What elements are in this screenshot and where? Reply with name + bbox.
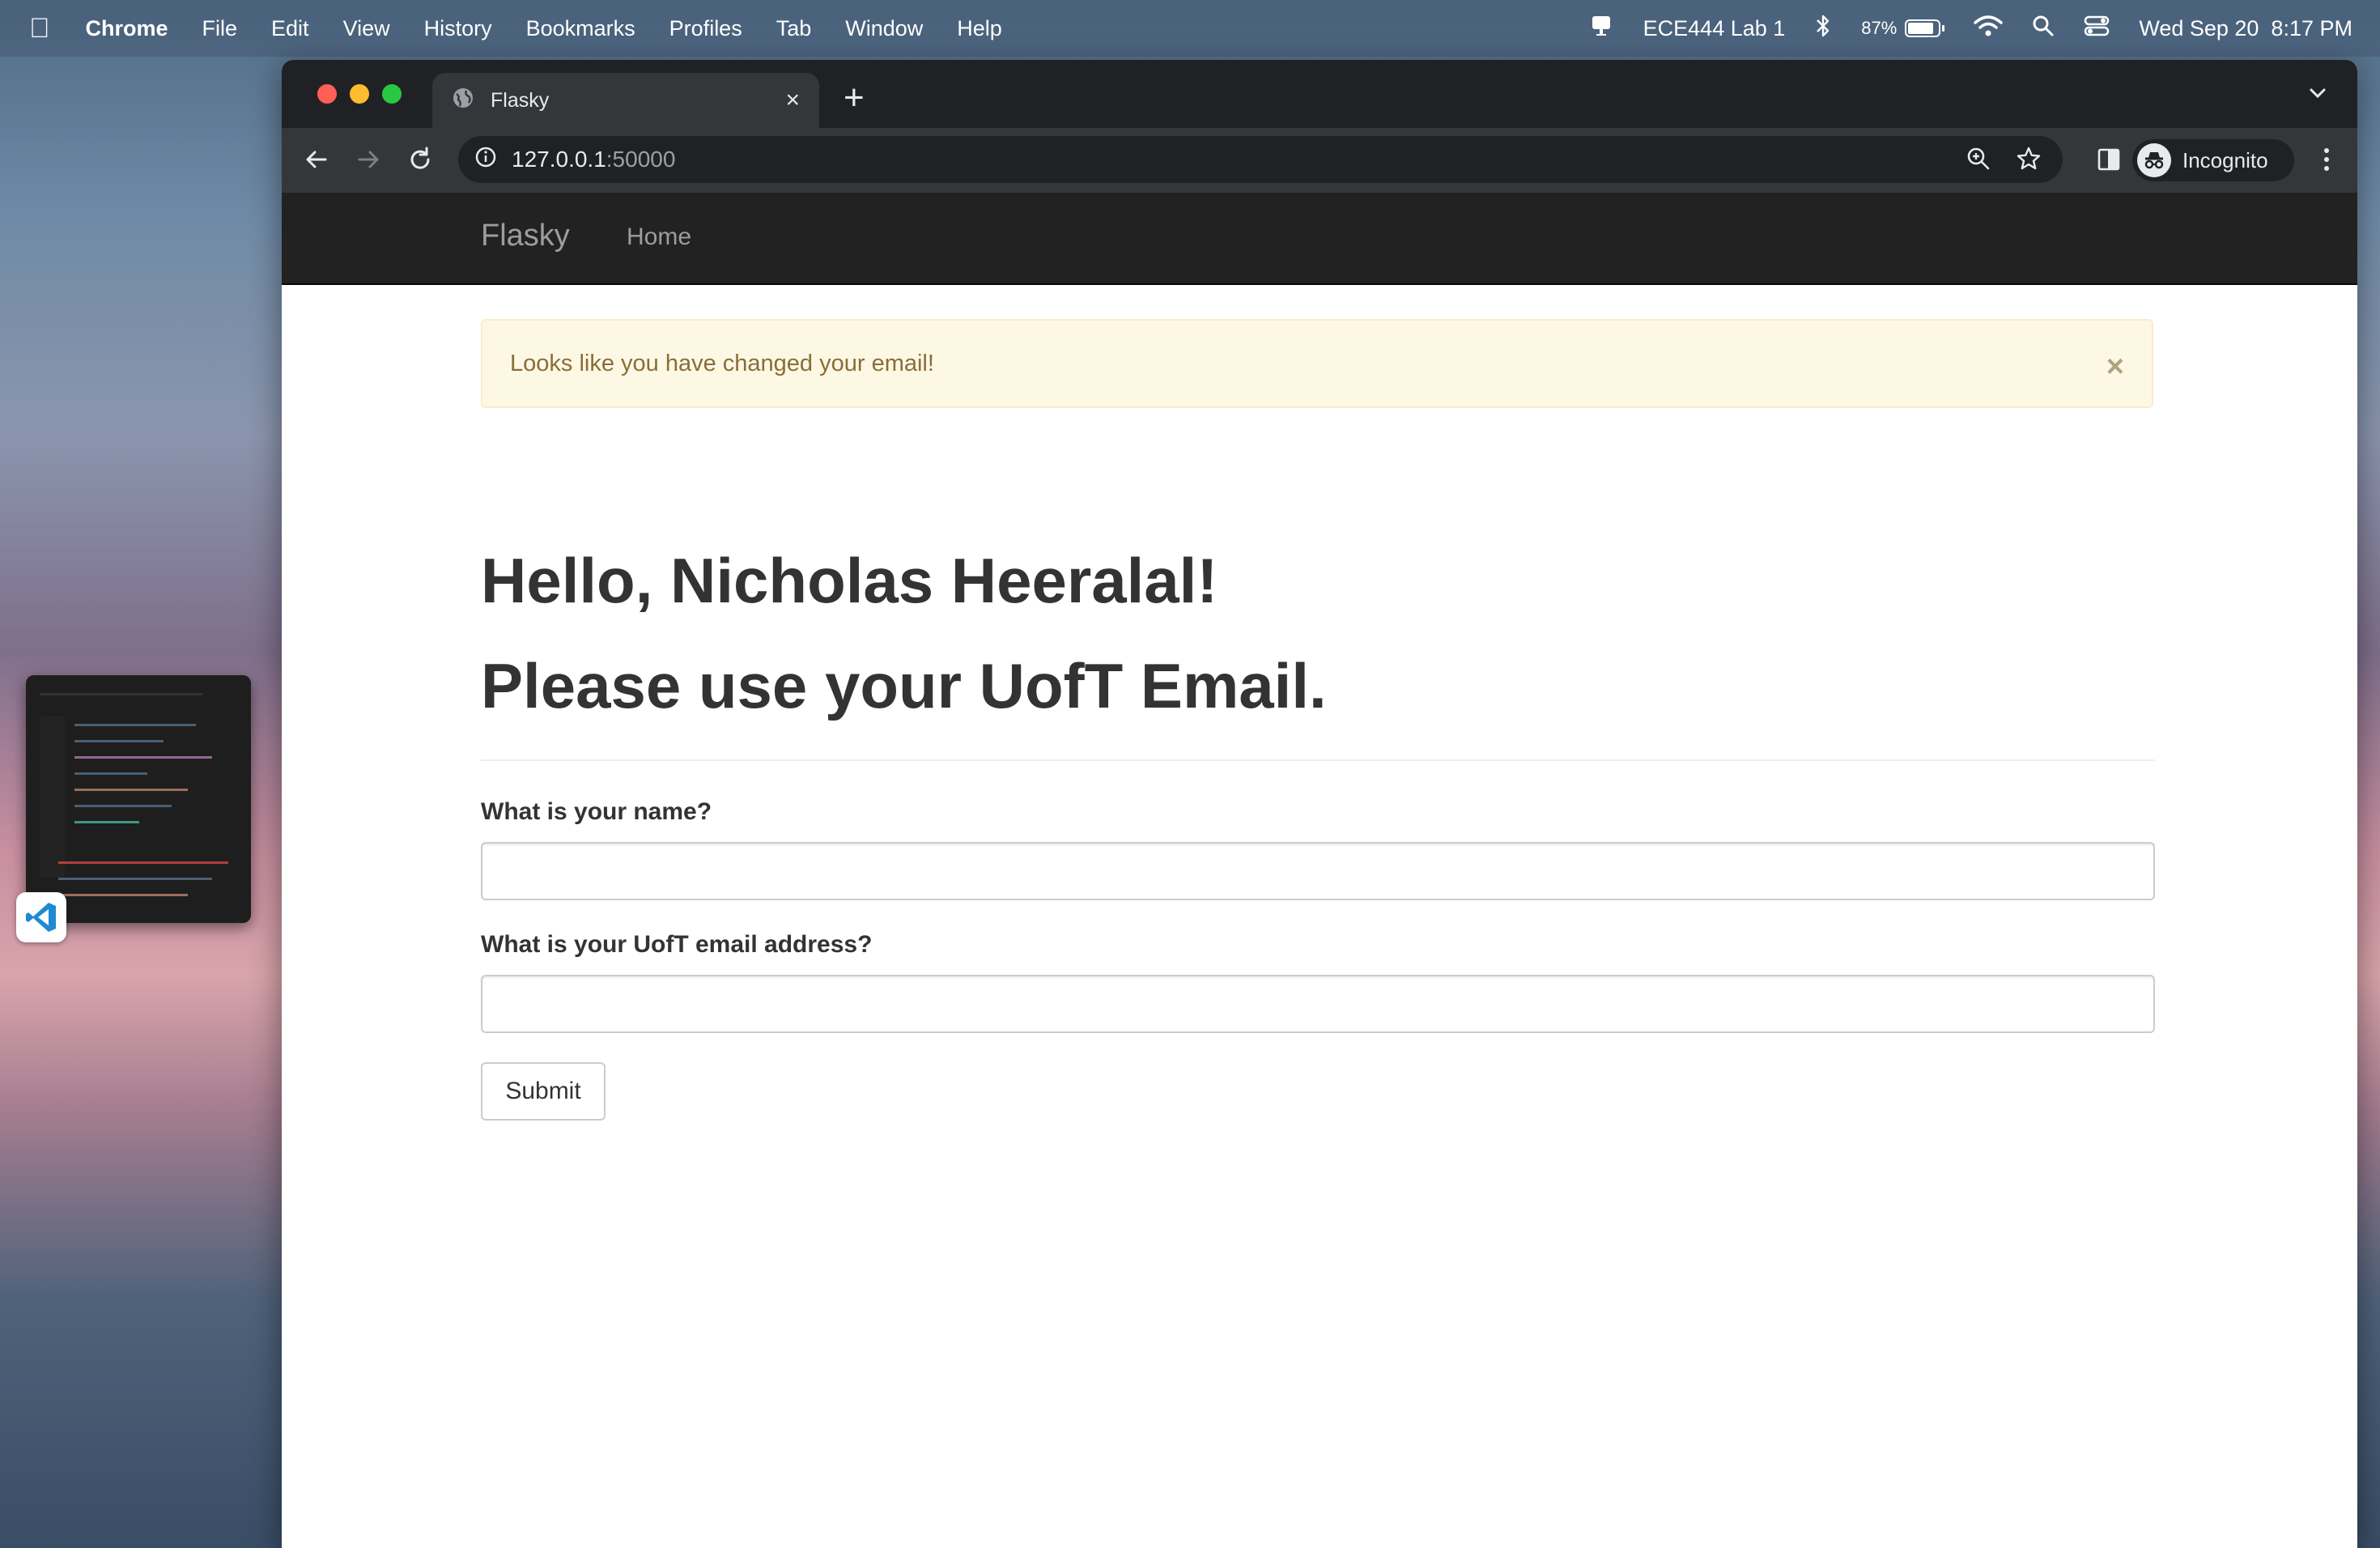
menu-help[interactable]: Help [957, 16, 1002, 41]
reload-icon[interactable] [406, 146, 434, 177]
chrome-window: Flasky × + 127.0.0.1:50000 Incognito Fl… [282, 60, 2357, 1548]
site-info-icon[interactable] [474, 146, 497, 174]
zoom-icon[interactable] [1966, 146, 1991, 177]
browser-toolbar: 127.0.0.1:50000 Incognito [282, 128, 2357, 193]
incognito-icon [2137, 143, 2171, 177]
profile-label: Incognito [2182, 147, 2268, 172]
vscode-window-thumbnail[interactable] [26, 675, 251, 923]
menu-app-name[interactable]: Chrome [86, 16, 168, 41]
menu-window[interactable]: Window [845, 16, 923, 41]
bookmark-star-icon[interactable] [2016, 146, 2042, 177]
tab-search-chevron-icon[interactable] [2307, 83, 2328, 108]
url-port: :50000 [606, 147, 676, 172]
menubar-clock[interactable]: Wed Sep 20 8:17 PM [2139, 16, 2352, 41]
new-tab-button[interactable]: + [844, 78, 865, 118]
name-field-label: What is your name? [481, 798, 712, 825]
menu-tab[interactable]: Tab [776, 16, 812, 41]
battery-icon [1905, 19, 1941, 37]
alert-message: Looks like you have changed your email! [510, 350, 934, 376]
address-bar[interactable]: 127.0.0.1:50000 [458, 136, 2063, 183]
window-controls [317, 84, 402, 104]
name-input[interactable] [481, 842, 2155, 900]
flash-alert: Looks like you have changed your email! … [481, 319, 2153, 408]
web-page: Flasky Home Looks like you have changed … [282, 193, 2357, 1548]
apple-menu-icon[interactable]:  [29, 13, 50, 45]
status-title[interactable]: ECE444 Lab 1 [1643, 16, 1786, 41]
nav-link-home[interactable]: Home [627, 223, 691, 251]
menu-edit[interactable]: Edit [271, 16, 309, 41]
alert-close-icon[interactable]: × [2106, 350, 2124, 385]
close-tab-icon[interactable]: × [785, 87, 800, 114]
menu-bookmarks[interactable]: Bookmarks [526, 16, 635, 41]
wifi-icon[interactable] [1974, 15, 2004, 43]
navbar-brand[interactable]: Flasky [481, 219, 570, 253]
header-divider [481, 759, 2155, 761]
side-panel-icon[interactable] [2097, 147, 2121, 176]
battery-percent: 87% [1861, 18, 1898, 38]
battery-fill [1908, 23, 1934, 34]
zoom-window-button[interactable] [382, 84, 402, 104]
macos-menubar:  Chrome File Edit View History Bookmark… [0, 0, 2380, 57]
spotlight-search-icon[interactable] [2032, 15, 2055, 43]
globe-icon [452, 87, 474, 115]
minimize-window-button[interactable] [350, 84, 369, 104]
tab-strip: Flasky × + [282, 60, 2357, 128]
menu-view[interactable]: View [343, 16, 390, 41]
greeting-heading: Hello, Nicholas Heeralal! [481, 545, 1218, 616]
more-menu-icon[interactable] [2322, 146, 2331, 177]
bluetooth-icon[interactable] [1814, 13, 1832, 45]
vscode-app-icon[interactable] [16, 892, 66, 942]
menu-history[interactable]: History [424, 16, 492, 41]
forward-arrow-icon[interactable] [355, 146, 382, 177]
url-host: 127.0.0.1 [512, 147, 606, 172]
incognito-profile-button[interactable]: Incognito [2132, 139, 2294, 181]
menu-profiles[interactable]: Profiles [669, 16, 742, 41]
battery-nub [1942, 25, 1945, 32]
tab-title: Flasky [491, 88, 550, 112]
email-field-label: What is your UofT email address? [481, 931, 873, 958]
instruction-heading: Please use your UofT Email. [481, 650, 1327, 721]
email-input[interactable] [481, 975, 2155, 1033]
back-arrow-icon[interactable] [303, 146, 330, 177]
control-center-icon[interactable] [2084, 15, 2110, 43]
submit-button[interactable]: Submit [481, 1062, 606, 1121]
battery-indicator[interactable]: 87% [1861, 18, 1945, 39]
menu-file[interactable]: File [202, 16, 238, 41]
close-window-button[interactable] [317, 84, 337, 104]
tab-flasky[interactable]: Flasky × [432, 73, 819, 128]
presentation-icon[interactable] [1588, 13, 1614, 45]
site-navbar: Flasky Home [282, 193, 2357, 285]
